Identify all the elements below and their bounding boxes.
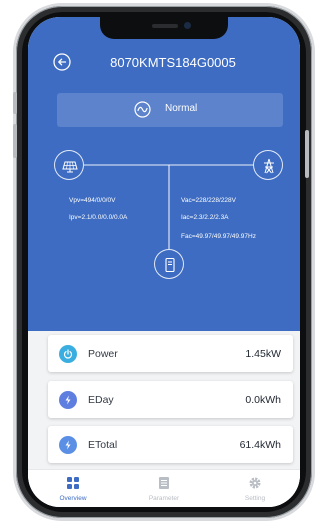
- ac-frequency-text: Fac=49.97/49.97/49.97Hz: [181, 233, 256, 240]
- tab-setting[interactable]: Setting: [210, 470, 300, 507]
- ac-current-text: Iac=2.3/2.2/2.3A: [181, 214, 229, 221]
- grid-tower-icon: [264, 158, 274, 174]
- front-camera: [184, 22, 191, 29]
- bottom-tab-bar: Overview Parameter Setting: [28, 469, 300, 507]
- inverter-node[interactable]: [154, 249, 184, 279]
- metric-label: Power: [88, 348, 118, 360]
- solar-panel-icon: [62, 161, 78, 173]
- metric-row-power[interactable]: Power 1.45kW: [48, 335, 293, 372]
- pv-voltage-text: Vpv=494/0/0/0V: [69, 197, 116, 204]
- metric-value: 1.45kW: [245, 348, 281, 360]
- metric-value: 61.4kWh: [239, 439, 281, 451]
- power-icon: [59, 345, 77, 363]
- metric-label: EDay: [88, 394, 114, 406]
- tab-parameter[interactable]: Parameter: [119, 470, 209, 507]
- phone-side-button: [13, 92, 17, 114]
- metric-value: 0.0kWh: [245, 394, 281, 406]
- ac-voltage-text: Vac=228/228/228V: [181, 197, 236, 204]
- metric-row-eday[interactable]: EDay 0.0kWh: [48, 381, 293, 418]
- tab-label: Setting: [244, 495, 266, 502]
- tab-label: Overview: [59, 495, 87, 502]
- grid-four-icon: [67, 477, 79, 489]
- lightning-icon: [59, 436, 77, 454]
- phone-side-button: [305, 130, 309, 178]
- lightning-icon: [59, 391, 77, 409]
- grid-node[interactable]: [253, 150, 283, 180]
- tab-overview[interactable]: Overview: [28, 470, 118, 507]
- tab-label: Parameter: [148, 495, 180, 502]
- metric-row-etotal[interactable]: ETotal 61.4kWh: [48, 426, 293, 463]
- list-icon: [159, 477, 169, 489]
- app-screen: 8070KMTS184G0005 Normal Vpv=494/0/0/0V I…: [28, 17, 300, 507]
- inverter-icon: [165, 257, 175, 273]
- gear-icon: [249, 477, 261, 489]
- overview-panel: 8070KMTS184G0005 Normal Vpv=494/0/0/0V I…: [28, 17, 300, 339]
- metrics-list: Power 1.45kW EDay 0.0kWh ETotal 61.4kWh: [28, 331, 300, 475]
- phone-side-button: [13, 124, 17, 158]
- pv-node[interactable]: [54, 150, 84, 180]
- metric-label: ETotal: [88, 439, 118, 451]
- phone-notch: [100, 17, 228, 39]
- speaker-grille: [152, 24, 178, 28]
- pv-current-text: Ipv=2.1/0.0/0.0/0.0A: [69, 214, 128, 221]
